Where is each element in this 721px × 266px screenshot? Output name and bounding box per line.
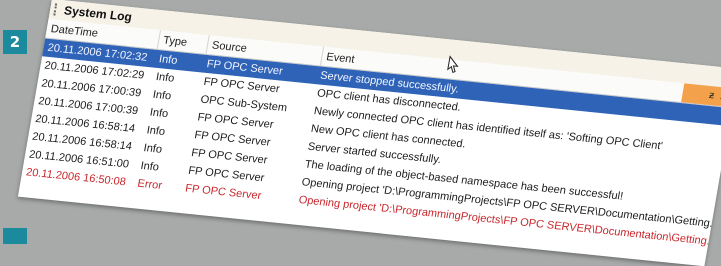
cell-type: Info [151,88,173,103]
cell-type: Info [148,106,170,121]
cell-type: Error [136,177,163,192]
cell-type: Info [142,142,163,156]
cell-type: Info [139,159,160,174]
system-log-panel: System Log DateTime Type Source Event ᵶ … [17,0,721,266]
cell-type: Info [158,53,179,67]
cell-type: Info [145,124,167,139]
step-number-badge: 2 [3,30,27,54]
cell-type: Info [154,70,176,85]
pin-icon[interactable]: ᵶ [708,90,715,101]
drag-grip-icon[interactable] [53,3,61,16]
next-step-badge [3,228,27,244]
